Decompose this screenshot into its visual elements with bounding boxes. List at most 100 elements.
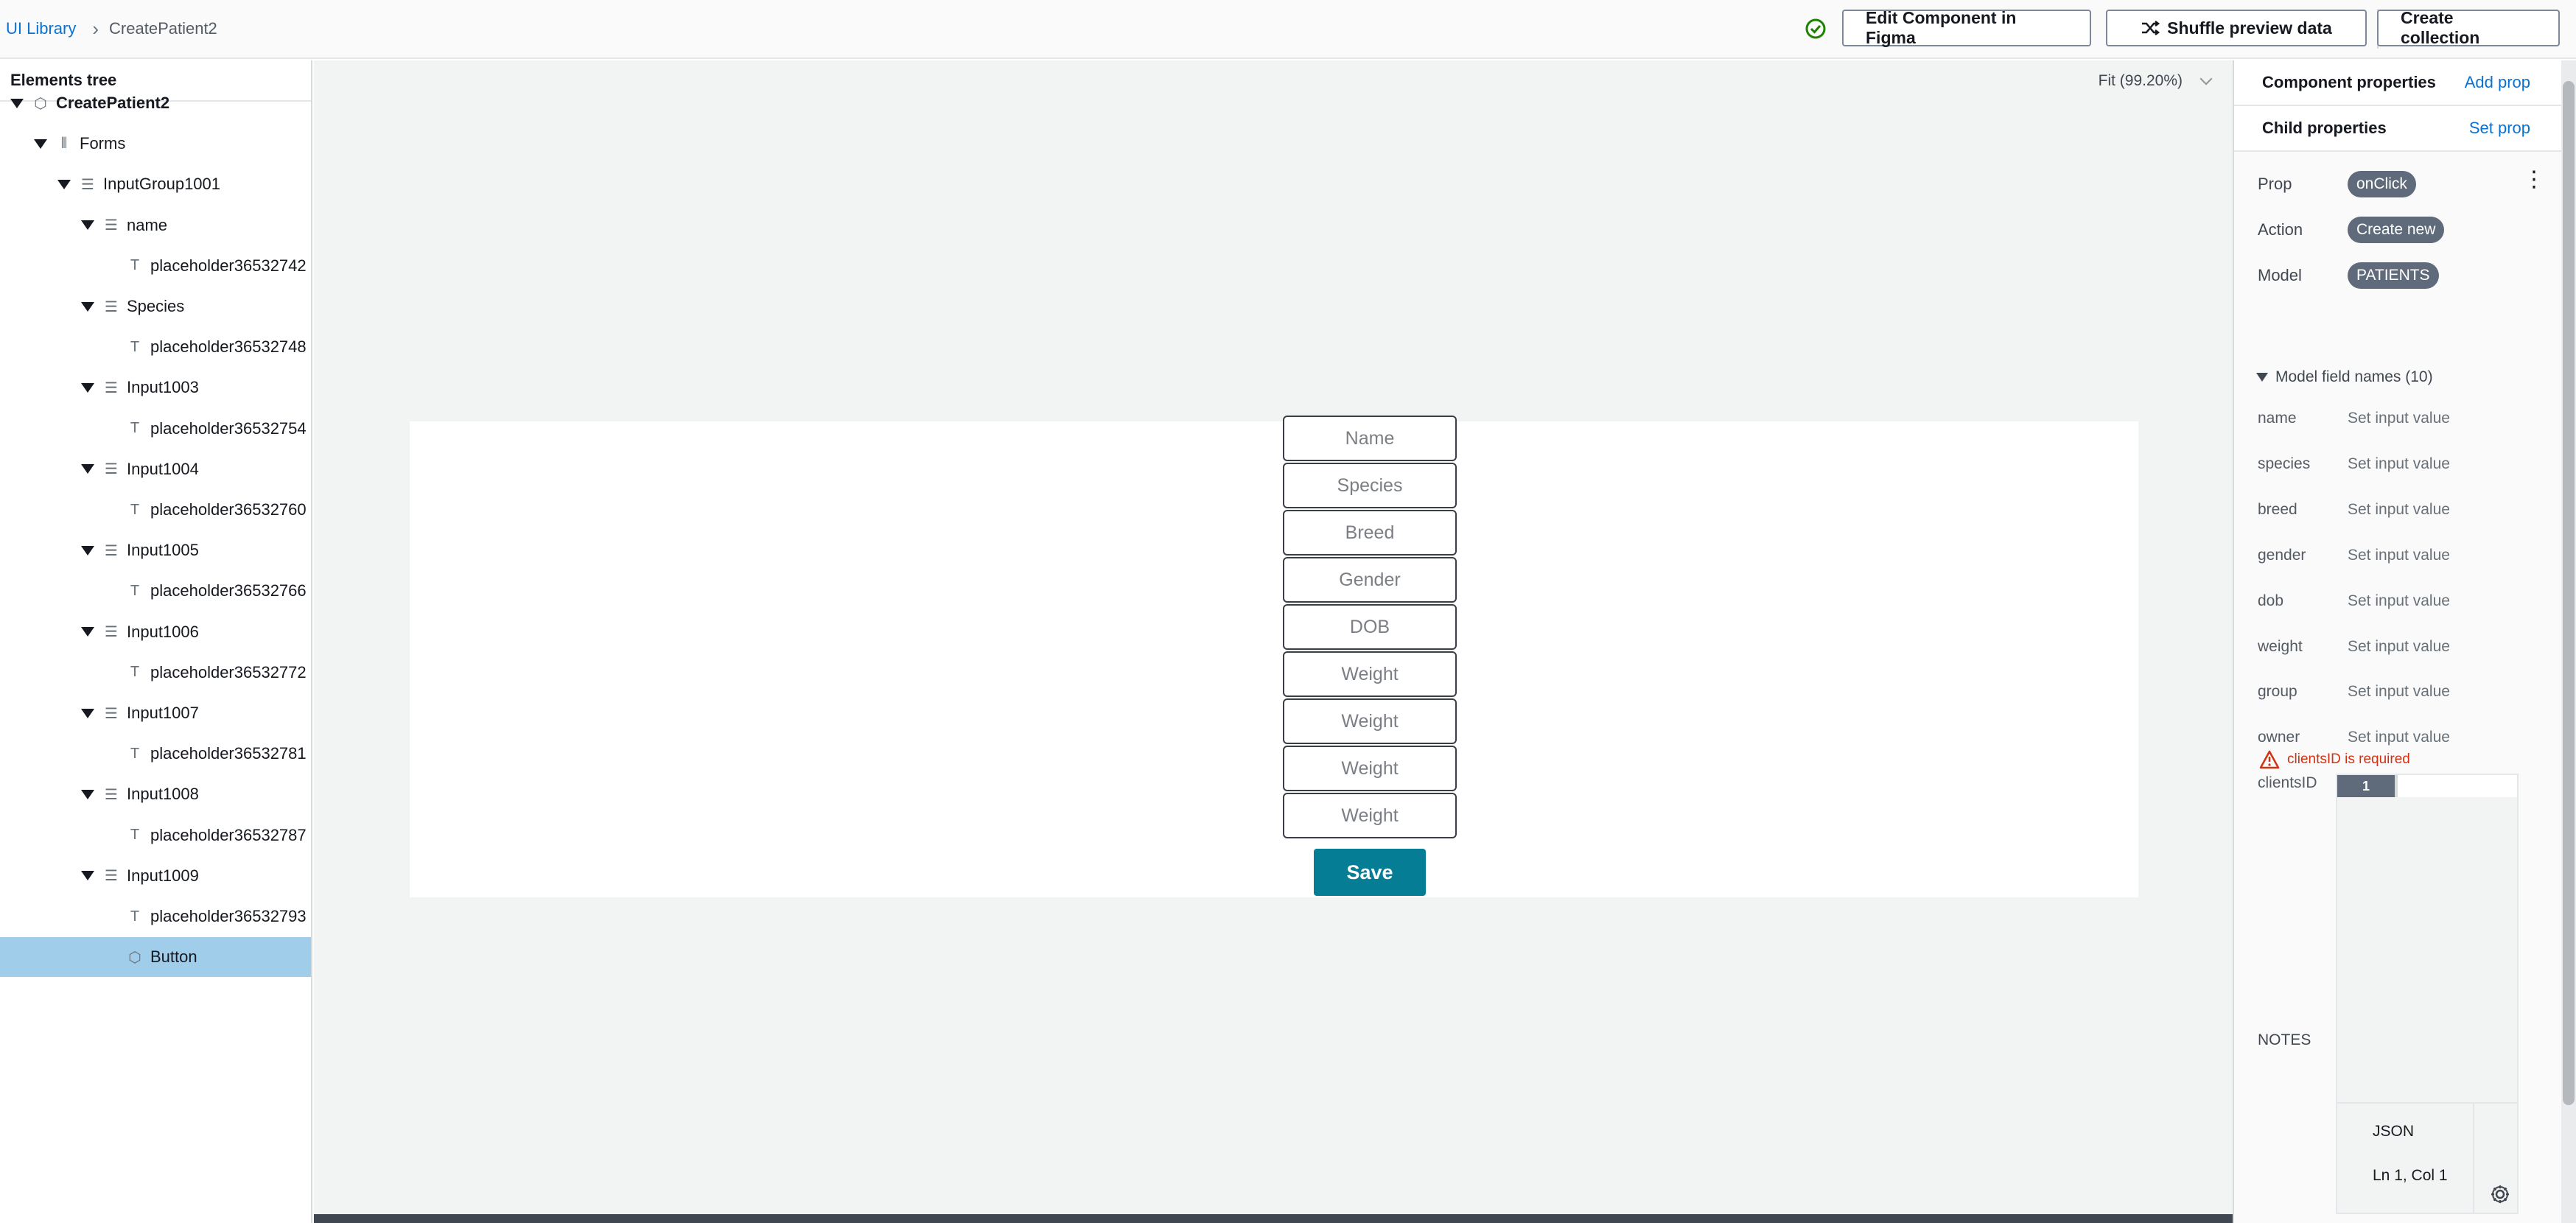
set-input-value-link[interactable]: Set input value: [2348, 410, 2450, 427]
component-properties-header: Component properties Add prop: [2234, 60, 2561, 106]
editor-text-area[interactable]: [2395, 775, 2517, 797]
zoom-label: Fit (99.20%): [2098, 72, 2183, 89]
model-field-row: weight Set input value: [2258, 638, 2450, 656]
prop-value-badge[interactable]: onClick: [2348, 171, 2416, 197]
gear-icon[interactable]: [2489, 1183, 2511, 1205]
set-input-value-link[interactable]: Set input value: [2348, 683, 2450, 701]
tree-item[interactable]: ⬡ Button: [0, 937, 311, 978]
canvas-bottom-bar: [314, 1214, 2233, 1223]
preview-input-field[interactable]: Species: [1283, 463, 1457, 508]
tree-item[interactable]: Tplaceholder36532781: [0, 734, 311, 774]
shuffle-preview-button[interactable]: Shuffle preview data: [2106, 10, 2367, 46]
tree-item-label: Input1004: [127, 459, 199, 478]
preview-input-field[interactable]: Weight: [1283, 746, 1457, 791]
action-value-badge[interactable]: Create new: [2348, 217, 2445, 243]
tree-item[interactable]: ⫴ Forms: [0, 124, 311, 164]
rows-icon: ☰: [105, 705, 118, 722]
tree-item[interactable]: ☰ Input1004: [0, 449, 311, 489]
check-circle-icon: [1805, 18, 1826, 39]
set-input-value-link[interactable]: Set input value: [2348, 592, 2450, 610]
preview-input-field[interactable]: Weight: [1283, 651, 1457, 697]
caret-down-icon[interactable]: [81, 220, 94, 231]
chevron-down-icon: [2199, 72, 2213, 85]
tree-item[interactable]: Tplaceholder36532760: [0, 490, 311, 530]
create-collection-label: Create collection: [2401, 8, 2480, 47]
model-field-name: group: [2258, 683, 2297, 701]
text-icon: T: [130, 827, 140, 844]
caret-down-icon[interactable]: [34, 139, 47, 149]
caret-down-icon[interactable]: [10, 98, 24, 108]
tree-item-label: Button: [150, 947, 197, 967]
edit-in-figma-button[interactable]: Edit Component in Figma: [1842, 8, 2091, 47]
tree-item[interactable]: ☰ Species: [0, 287, 311, 326]
tree-item-label: InputGroup1001: [103, 175, 221, 194]
preview-input-field[interactable]: Breed: [1283, 510, 1457, 556]
caret-down-icon[interactable]: [81, 464, 94, 474]
columns-icon: ⫴: [60, 135, 68, 152]
set-input-value-link[interactable]: Set input value: [2348, 501, 2450, 519]
zoom-select[interactable]: Fit (99.20%): [2098, 72, 2213, 90]
tree-item-label: Input1007: [127, 704, 199, 722]
tree-item[interactable]: Tplaceholder36532766: [0, 571, 311, 611]
tree-item[interactable]: Tplaceholder36532742: [0, 246, 311, 286]
preview-input-field[interactable]: Name: [1283, 416, 1457, 461]
tree-item[interactable]: ☰ name: [0, 206, 311, 245]
caret-down-icon: [2256, 373, 2268, 382]
tree-item[interactable]: ☰ Input1005: [0, 530, 311, 570]
component-icon: ⬡: [34, 95, 47, 112]
caret-down-icon[interactable]: [81, 627, 94, 637]
create-collection-button[interactable]: Create collection: [2377, 8, 2560, 47]
tree-item-label: Forms: [80, 134, 126, 153]
set-input-value-link[interactable]: Set input value: [2348, 729, 2450, 746]
caret-down-icon[interactable]: [81, 708, 94, 718]
tree-item[interactable]: ☰ Input1003: [0, 368, 311, 407]
set-input-value-link[interactable]: Set input value: [2348, 455, 2450, 473]
more-options-icon[interactable]: ⋮: [2523, 169, 2545, 191]
tree-item-label: Input1005: [127, 541, 199, 560]
caret-down-icon[interactable]: [81, 382, 94, 393]
tree-item[interactable]: ☰ Input1006: [0, 612, 311, 652]
model-field-names-toggle[interactable]: Model field names (10): [2256, 368, 2433, 386]
caret-down-icon[interactable]: [57, 179, 71, 189]
set-prop-link[interactable]: Set prop: [2469, 119, 2530, 138]
editor-language: JSON: [2373, 1123, 2415, 1140]
notes-code-editor[interactable]: 1 JSON Ln 1, Col 1: [2336, 774, 2519, 1214]
notes-label: NOTES: [2258, 1031, 2311, 1048]
model-field-name: owner: [2258, 729, 2300, 746]
preview-input-field[interactable]: Weight: [1283, 793, 1457, 838]
rows-icon: ☰: [105, 624, 118, 641]
editor-line-row: 1: [2337, 775, 2517, 797]
caret-down-icon[interactable]: [81, 301, 94, 312]
properties-scrollbar-thumb[interactable]: [2563, 81, 2575, 1105]
tree-item-label: Input1009: [127, 866, 199, 885]
preview-input-field[interactable]: Gender: [1283, 557, 1457, 603]
set-input-value-link[interactable]: Set input value: [2348, 638, 2450, 656]
tree-item[interactable]: Tplaceholder36532754: [0, 409, 311, 449]
tree-item[interactable]: ☰ InputGroup1001: [0, 164, 311, 204]
editor-status-bar: JSON Ln 1, Col 1: [2337, 1102, 2517, 1214]
preview-input-field[interactable]: Weight: [1283, 698, 1457, 744]
tree-item[interactable]: ⬡ CreatePatient2: [0, 83, 311, 123]
tree-item[interactable]: Tplaceholder36532793: [0, 897, 311, 936]
tree-item[interactable]: Tplaceholder36532787: [0, 816, 311, 855]
caret-down-icon[interactable]: [81, 789, 94, 799]
caret-down-icon[interactable]: [81, 871, 94, 881]
preview-input-field[interactable]: DOB: [1283, 604, 1457, 650]
model-row: Model PATIENTS: [2258, 262, 2439, 289]
save-button[interactable]: Save: [1314, 849, 1426, 896]
breadcrumb-current: CreatePatient2: [109, 19, 217, 38]
chevron-right-icon: ›: [92, 17, 99, 40]
tree-item[interactable]: Tplaceholder36532772: [0, 653, 311, 693]
tree-item[interactable]: Tplaceholder36532748: [0, 327, 311, 367]
tree-item[interactable]: ☰ Input1008: [0, 774, 311, 814]
component-icon: ⬡: [128, 949, 141, 966]
tree-item[interactable]: ☰ Input1009: [0, 856, 311, 896]
tree-item[interactable]: ☰ Input1007: [0, 693, 311, 733]
caret-down-icon[interactable]: [81, 545, 94, 556]
rows-icon: ☰: [105, 217, 118, 234]
breadcrumb-ui-library-link[interactable]: UI Library: [6, 19, 76, 38]
model-value-badge[interactable]: PATIENTS: [2348, 262, 2439, 289]
set-input-value-link[interactable]: Set input value: [2348, 547, 2450, 564]
add-prop-link[interactable]: Add prop: [2465, 73, 2530, 92]
action-label: Action: [2258, 220, 2303, 239]
